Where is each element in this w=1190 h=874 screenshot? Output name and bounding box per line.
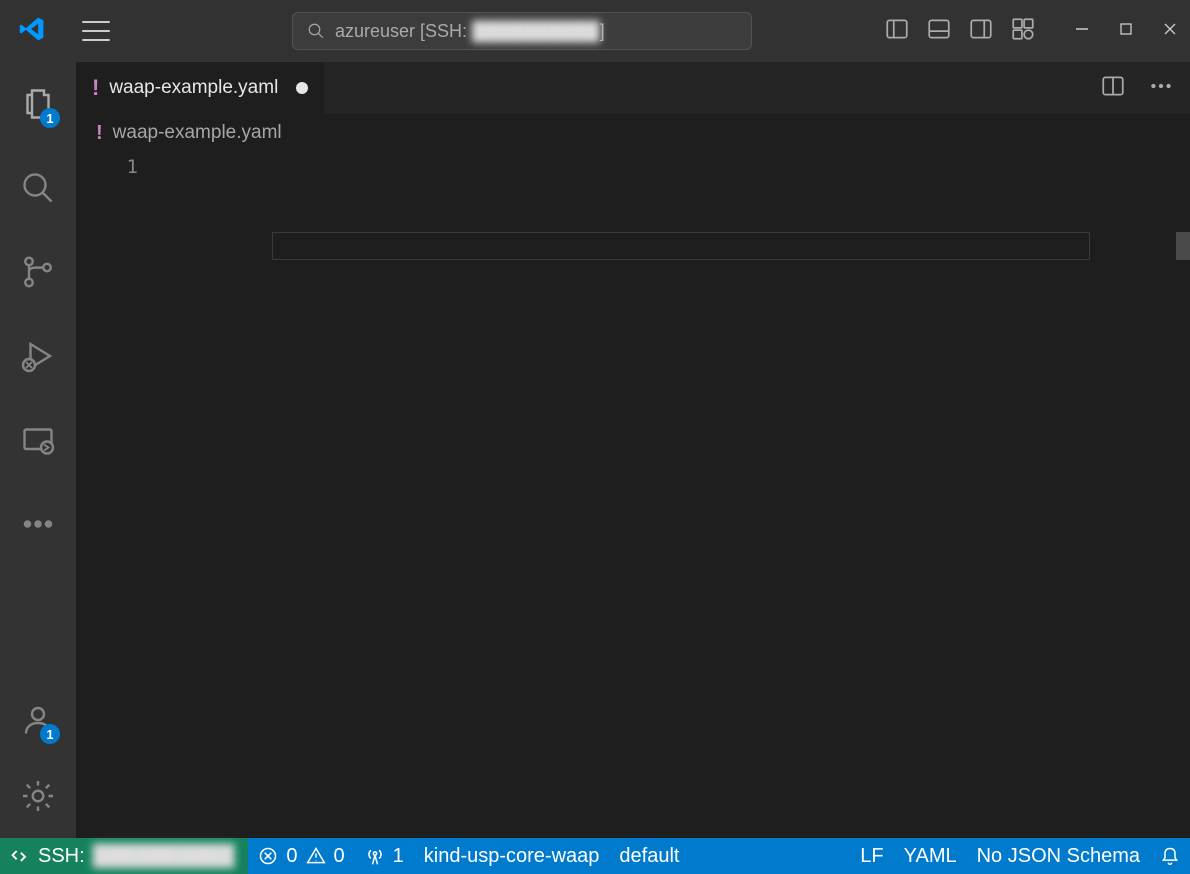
activity-remote-explorer[interactable] <box>14 416 62 464</box>
main-content: 1 1 ! w <box>0 62 1190 838</box>
yaml-file-icon: ! <box>96 122 103 145</box>
toggle-panel-icon[interactable] <box>926 16 952 47</box>
tab-bar: ! waap-example.yaml <box>76 62 1190 114</box>
remote-icon <box>10 846 30 866</box>
breadcrumb[interactable]: ! waap-example.yaml <box>76 114 1190 152</box>
search-icon <box>20 170 56 206</box>
tab-waap-example[interactable]: ! waap-example.yaml <box>76 62 325 114</box>
toggle-primary-sidebar-icon[interactable] <box>884 16 910 47</box>
toggle-secondary-sidebar-icon[interactable] <box>968 16 994 47</box>
window-close-icon[interactable] <box>1162 21 1178 42</box>
status-k8s-context[interactable]: kind-usp-core-waap <box>414 838 610 874</box>
bell-icon <box>1160 846 1180 866</box>
breadcrumb-file: waap-example.yaml <box>113 122 282 144</box>
status-remote-host: ██████████ <box>93 845 235 868</box>
status-schema[interactable]: No JSON Schema <box>967 845 1150 868</box>
customize-layout-icon[interactable] <box>1010 16 1036 47</box>
status-language[interactable]: YAML <box>894 845 967 868</box>
search-text: azureuser [SSH: ██████████] <box>335 21 605 42</box>
split-editor-icon[interactable] <box>1100 73 1126 104</box>
warning-icon <box>306 846 326 866</box>
status-errors-count: 0 <box>286 845 297 868</box>
activity-source-control[interactable] <box>14 248 62 296</box>
explorer-badge: 1 <box>40 108 60 128</box>
activity-explorer[interactable]: 1 <box>14 80 62 128</box>
accounts-badge: 1 <box>40 724 60 744</box>
run-debug-icon <box>20 338 56 374</box>
command-center-search[interactable]: azureuser [SSH: ██████████] <box>292 12 752 50</box>
status-remote-label: SSH: <box>38 845 85 868</box>
menu-icon[interactable] <box>82 21 110 41</box>
window-maximize-icon[interactable] <box>1118 21 1134 42</box>
activity-more[interactable] <box>14 500 62 548</box>
status-notifications[interactable] <box>1150 846 1190 866</box>
more-actions-icon[interactable] <box>1148 73 1174 104</box>
status-ports-count: 1 <box>393 845 404 868</box>
gutter: 1 <box>76 152 166 838</box>
line-number: 1 <box>76 156 138 178</box>
search-icon <box>307 22 325 40</box>
editor-area: ! waap-example.yaml ! waap-example.yaml … <box>76 62 1190 838</box>
status-bar: SSH: ██████████ 0 0 1 kind-usp-core-waap… <box>0 838 1190 874</box>
titlebar: azureuser [SSH: ██████████] <box>0 0 1190 62</box>
code-content[interactable] <box>166 152 1190 838</box>
status-warnings-count: 0 <box>334 845 345 868</box>
vscode-logo-icon[interactable] <box>12 15 52 48</box>
activity-bar: 1 1 <box>0 62 76 838</box>
code-editor[interactable]: 1 <box>76 152 1190 838</box>
tab-label: waap-example.yaml <box>109 77 278 99</box>
titlebar-center: azureuser [SSH: ██████████] <box>132 12 858 50</box>
activity-run-debug[interactable] <box>14 332 62 380</box>
yaml-file-icon: ! <box>92 75 99 101</box>
ellipsis-icon <box>20 506 56 542</box>
status-remote[interactable]: SSH: ██████████ <box>0 838 248 874</box>
status-ports[interactable]: 1 <box>355 838 414 874</box>
status-problems[interactable]: 0 0 <box>248 838 354 874</box>
source-control-icon <box>20 254 56 290</box>
remote-explorer-icon <box>20 422 56 458</box>
window-minimize-icon[interactable] <box>1074 21 1090 42</box>
status-k8s-namespace[interactable]: default <box>609 838 689 874</box>
status-eol[interactable]: LF <box>850 845 893 868</box>
error-icon <box>258 846 278 866</box>
activity-search[interactable] <box>14 164 62 212</box>
gear-icon <box>20 778 56 814</box>
activity-settings[interactable] <box>14 772 62 820</box>
radio-tower-icon <box>365 846 385 866</box>
dirty-indicator-icon <box>296 82 308 94</box>
activity-accounts[interactable]: 1 <box>14 696 62 744</box>
